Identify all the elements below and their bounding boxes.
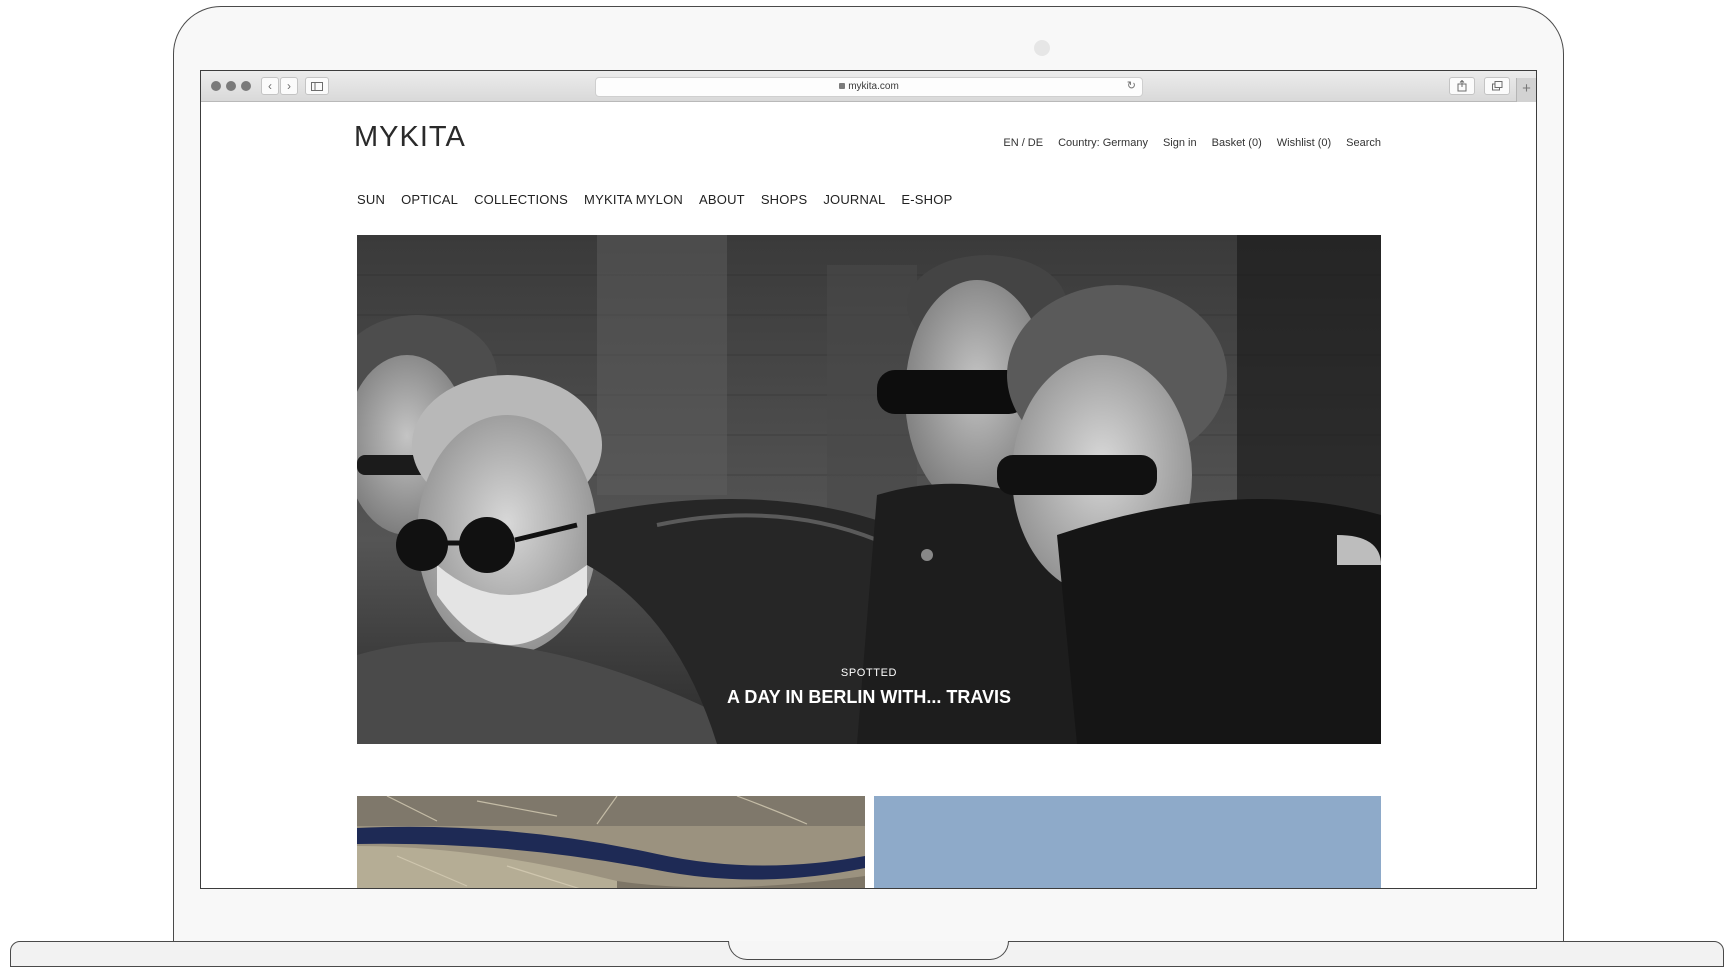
back-button[interactable]: ‹ [261,77,279,95]
site-logo[interactable]: MYKITA [354,121,466,154]
teaser-tile-sky[interactable] [874,796,1381,888]
nav-item-e-shop[interactable]: E-SHOP [901,192,952,207]
nav-item-about[interactable]: ABOUT [699,192,745,207]
hero-caption: SPOTTED A DAY IN BERLIN WITH... TRAVIS [357,667,1381,708]
chevron-left-icon: ‹ [268,79,272,93]
country-selector[interactable]: Country: Germany [1058,137,1148,149]
utility-nav: EN / DE Country: Germany Sign in Basket … [1003,137,1381,149]
reload-icon[interactable]: ↻ [1127,79,1136,92]
nav-item-journal[interactable]: JOURNAL [823,192,885,207]
url-text: mykita.com [848,81,899,92]
new-tab-button[interactable]: + [1516,78,1536,102]
browser-window: ‹ › mykita.com ↻ + MYKITA EN / DE Countr… [200,70,1537,889]
webcam [1034,40,1050,56]
search-link[interactable]: Search [1346,137,1381,149]
close-window-button[interactable] [211,81,221,91]
nav-item-mykita-mylon[interactable]: MYKITA MYLON [584,192,683,207]
forward-button[interactable]: › [280,77,298,95]
marble-photo [357,796,865,888]
address-bar[interactable]: mykita.com ↻ [595,77,1143,97]
sign-in-link[interactable]: Sign in [1163,137,1197,149]
plus-icon: + [1522,80,1531,97]
hero-title[interactable]: A DAY IN BERLIN WITH... TRAVIS [357,687,1381,708]
nav-item-collections[interactable]: COLLECTIONS [474,192,568,207]
wishlist-link[interactable]: Wishlist (0) [1277,137,1331,149]
zoom-window-button[interactable] [241,81,251,91]
main-nav: SUN OPTICAL COLLECTIONS MYKITA MYLON ABO… [357,192,952,207]
basket-link[interactable]: Basket (0) [1212,137,1262,149]
share-button[interactable] [1449,77,1475,95]
minimize-window-button[interactable] [226,81,236,91]
laptop-notch [728,941,1009,960]
tabs-icon [1491,81,1502,91]
nav-item-sun[interactable]: SUN [357,192,385,207]
sidebar-icon [311,82,323,91]
share-icon [1457,79,1467,92]
sidebar-button[interactable] [305,77,329,95]
nav-item-optical[interactable]: OPTICAL [401,192,458,207]
lock-icon [839,83,846,89]
nav-item-shops[interactable]: SHOPS [761,192,808,207]
tabs-overview-button[interactable] [1484,77,1510,95]
language-switch[interactable]: EN / DE [1003,137,1043,149]
hero-kicker: SPOTTED [840,667,898,679]
teaser-tile-marble[interactable] [357,796,865,888]
browser-toolbar: ‹ › mykita.com ↻ + [201,71,1536,102]
hero-banner[interactable]: SPOTTED A DAY IN BERLIN WITH... TRAVIS [357,235,1381,744]
chevron-right-icon: › [287,79,291,93]
